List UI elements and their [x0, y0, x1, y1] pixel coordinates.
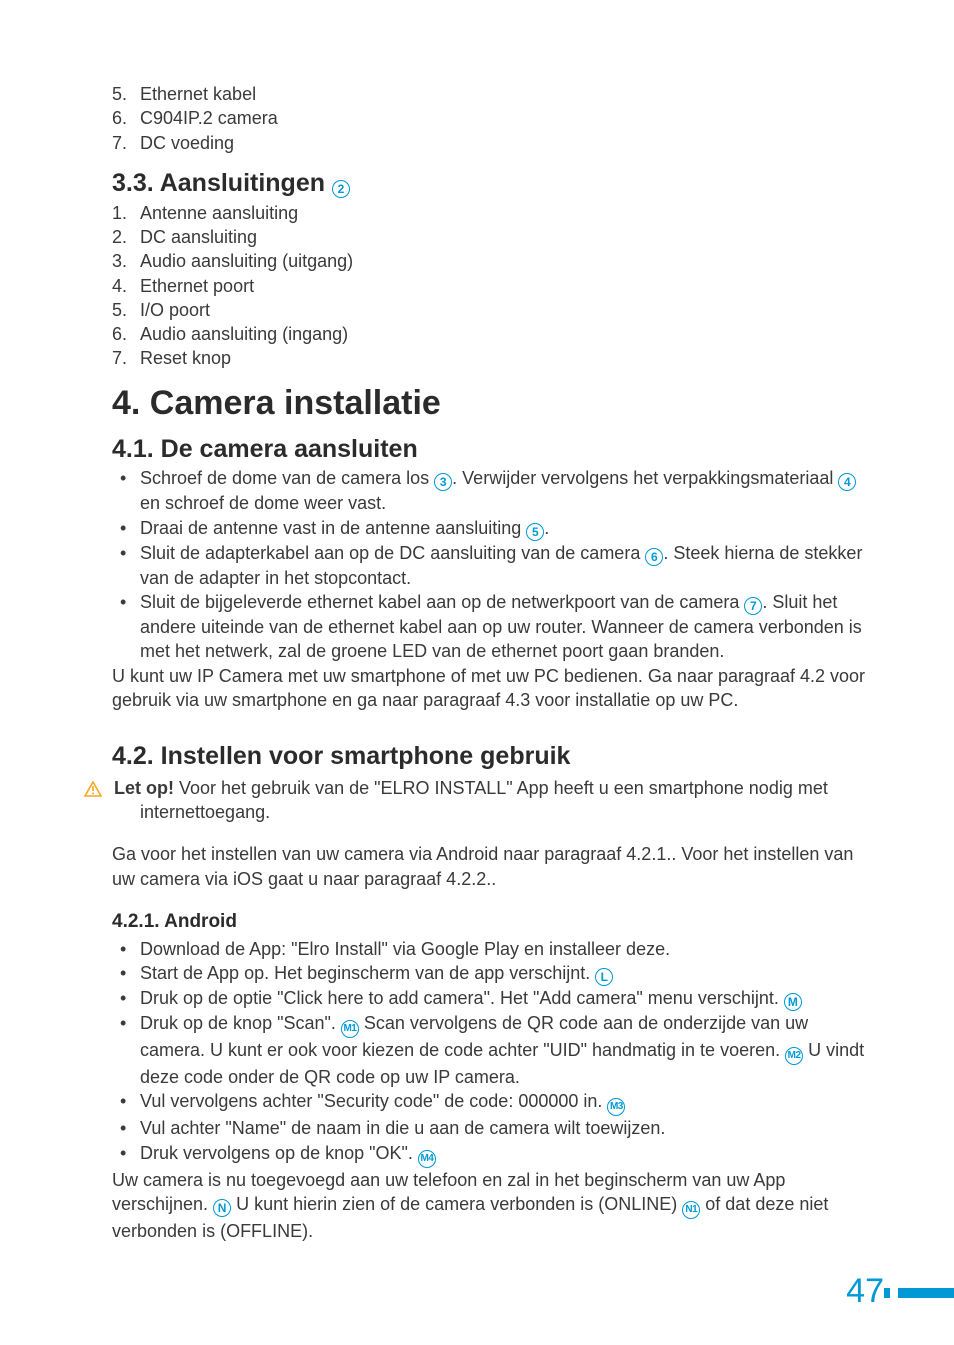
list-item: 3. Audio aansluiting (uitgang)	[112, 249, 874, 273]
heading-4-1: 4.1. De camera aansluiten	[112, 433, 874, 467]
list-text: DC aansluiting	[140, 227, 257, 247]
list-item: 7. Reset knop	[112, 346, 874, 370]
text: .	[544, 518, 549, 538]
list-item: 1. Antenne aansluiting	[112, 201, 874, 225]
text: Druk vervolgens op de knop "OK".	[140, 1143, 418, 1163]
paragraph: Ga voor het instellen van uw camera via …	[112, 842, 874, 891]
ref-circle-icon: L	[595, 968, 613, 986]
list-number: 3.	[112, 249, 127, 273]
heading-3-3: 3.3. Aansluitingen 2	[112, 167, 874, 201]
list-item: Draai de antenne vast in de antenne aans…	[112, 516, 874, 541]
ref-circle-icon: M4	[418, 1150, 436, 1168]
list-item: Druk op de knop "Scan". M1 Scan vervolge…	[112, 1011, 874, 1089]
list-text: Audio aansluiting (uitgang)	[140, 251, 353, 271]
list-number: 5.	[112, 82, 127, 106]
paragraph: U kunt uw IP Camera met uw smartphone of…	[112, 664, 874, 713]
list-4-2-1: Download de App: "Elro Install" via Goog…	[112, 937, 874, 1168]
text: Download de App: "Elro Install" via Goog…	[140, 939, 670, 959]
list-number: 7.	[112, 131, 127, 155]
ref-circle-icon: 4	[838, 473, 856, 491]
list-item: Druk vervolgens op de knop "OK". M4	[112, 1141, 874, 1168]
ref-circle-icon: 3	[434, 473, 452, 491]
heading-text: 3.3. Aansluitingen	[112, 169, 325, 197]
list-number: 4.	[112, 274, 127, 298]
page-number: 47	[846, 1269, 884, 1315]
list-item: 6. C904IP.2 camera	[112, 106, 874, 130]
text: Vul vervolgens achter "Security code" de…	[140, 1091, 607, 1111]
list-item: 4. Ethernet poort	[112, 274, 874, 298]
list-text: Antenne aansluiting	[140, 203, 298, 223]
list-item: 5. I/O poort	[112, 298, 874, 322]
heading-4: 4. Camera installatie	[112, 381, 874, 427]
list-number: 5.	[112, 298, 127, 322]
ref-circle-icon: N1	[682, 1201, 700, 1219]
paragraph: Uw camera is nu toegevoegd aan uw telefo…	[112, 1168, 874, 1244]
heading-4-2-1: 4.2.1. Android	[112, 909, 874, 935]
list-number: 6.	[112, 322, 127, 346]
list-item: 5. Ethernet kabel	[112, 82, 874, 106]
ref-circle-icon: M2	[785, 1047, 803, 1065]
attention-note: Let op! Voor het gebruik van de "ELRO IN…	[112, 776, 874, 825]
list-item: Vul vervolgens achter "Security code" de…	[112, 1089, 874, 1116]
attention-text: Voor het gebruik van de "ELRO INSTALL" A…	[140, 778, 828, 822]
text: . Verwijder vervolgens het verpakkingsma…	[452, 468, 838, 488]
list-text: Ethernet kabel	[140, 84, 256, 104]
ref-circle-icon: N	[213, 1199, 231, 1217]
ref-circle-icon: 5	[526, 523, 544, 541]
list-item: 7. DC voeding	[112, 131, 874, 155]
list-item: Schroef de dome van de camera los 3. Ver…	[112, 466, 874, 515]
list-text: Audio aansluiting (ingang)	[140, 324, 348, 344]
text: Start de App op. Het beginscherm van de …	[140, 963, 595, 983]
list-text: DC voeding	[140, 133, 234, 153]
list-number: 1.	[112, 201, 127, 225]
ref-circle-icon: M	[784, 993, 802, 1011]
ref-circle-icon: M1	[341, 1020, 359, 1038]
list-item: Sluit de adapterkabel aan op de DC aansl…	[112, 541, 874, 590]
text: en schroef de dome weer vast.	[140, 493, 386, 513]
ref-circle-icon: 2	[332, 180, 350, 198]
text: Vul achter "Name" de naam in die u aan d…	[140, 1118, 665, 1138]
list-4-1: Schroef de dome van de camera los 3. Ver…	[112, 466, 874, 663]
list-item: Vul achter "Name" de naam in die u aan d…	[112, 1116, 874, 1140]
ref-circle-icon: 6	[645, 548, 663, 566]
attention-label: Let op!	[114, 778, 174, 798]
list-text: C904IP.2 camera	[140, 108, 278, 128]
heading-4-2: 4.2. Instellen voor smartphone gebruik	[112, 740, 874, 774]
list-number: 2.	[112, 225, 127, 249]
text: Sluit de adapterkabel aan op de DC aansl…	[140, 543, 645, 563]
list-item: Sluit de bijgeleverde ethernet kabel aan…	[112, 590, 874, 664]
list-text: I/O poort	[140, 300, 210, 320]
ref-circle-icon: 7	[744, 597, 762, 615]
list-number: 6.	[112, 106, 127, 130]
list-item: Download de App: "Elro Install" via Goog…	[112, 937, 874, 961]
ref-circle-icon: M3	[607, 1098, 625, 1116]
list-number: 7.	[112, 346, 127, 370]
text: Druk op de optie "Click here to add came…	[140, 988, 784, 1008]
text: U kunt hierin zien of de camera verbonde…	[231, 1194, 682, 1214]
text: Druk op de knop "Scan".	[140, 1013, 341, 1033]
list-item: 2. DC aansluiting	[112, 225, 874, 249]
list-3-3: 1. Antenne aansluiting 2. DC aansluiting 3…	[112, 201, 874, 371]
list-text: Ethernet poort	[140, 276, 254, 296]
list-continuation: 5. Ethernet kabel 6. C904IP.2 camera 7. DC …	[112, 82, 874, 155]
text: Draai de antenne vast in de antenne aans…	[140, 518, 526, 538]
text: Sluit de bijgeleverde ethernet kabel aan…	[140, 592, 744, 612]
text: Schroef de dome van de camera los	[140, 468, 434, 488]
list-text: Reset knop	[140, 348, 231, 368]
list-item: 6. Audio aansluiting (ingang)	[112, 322, 874, 346]
list-item: Druk op de optie "Click here to add came…	[112, 986, 874, 1011]
page-decoration-bar	[898, 1288, 954, 1298]
list-item: Start de App op. Het beginscherm van de …	[112, 961, 874, 986]
